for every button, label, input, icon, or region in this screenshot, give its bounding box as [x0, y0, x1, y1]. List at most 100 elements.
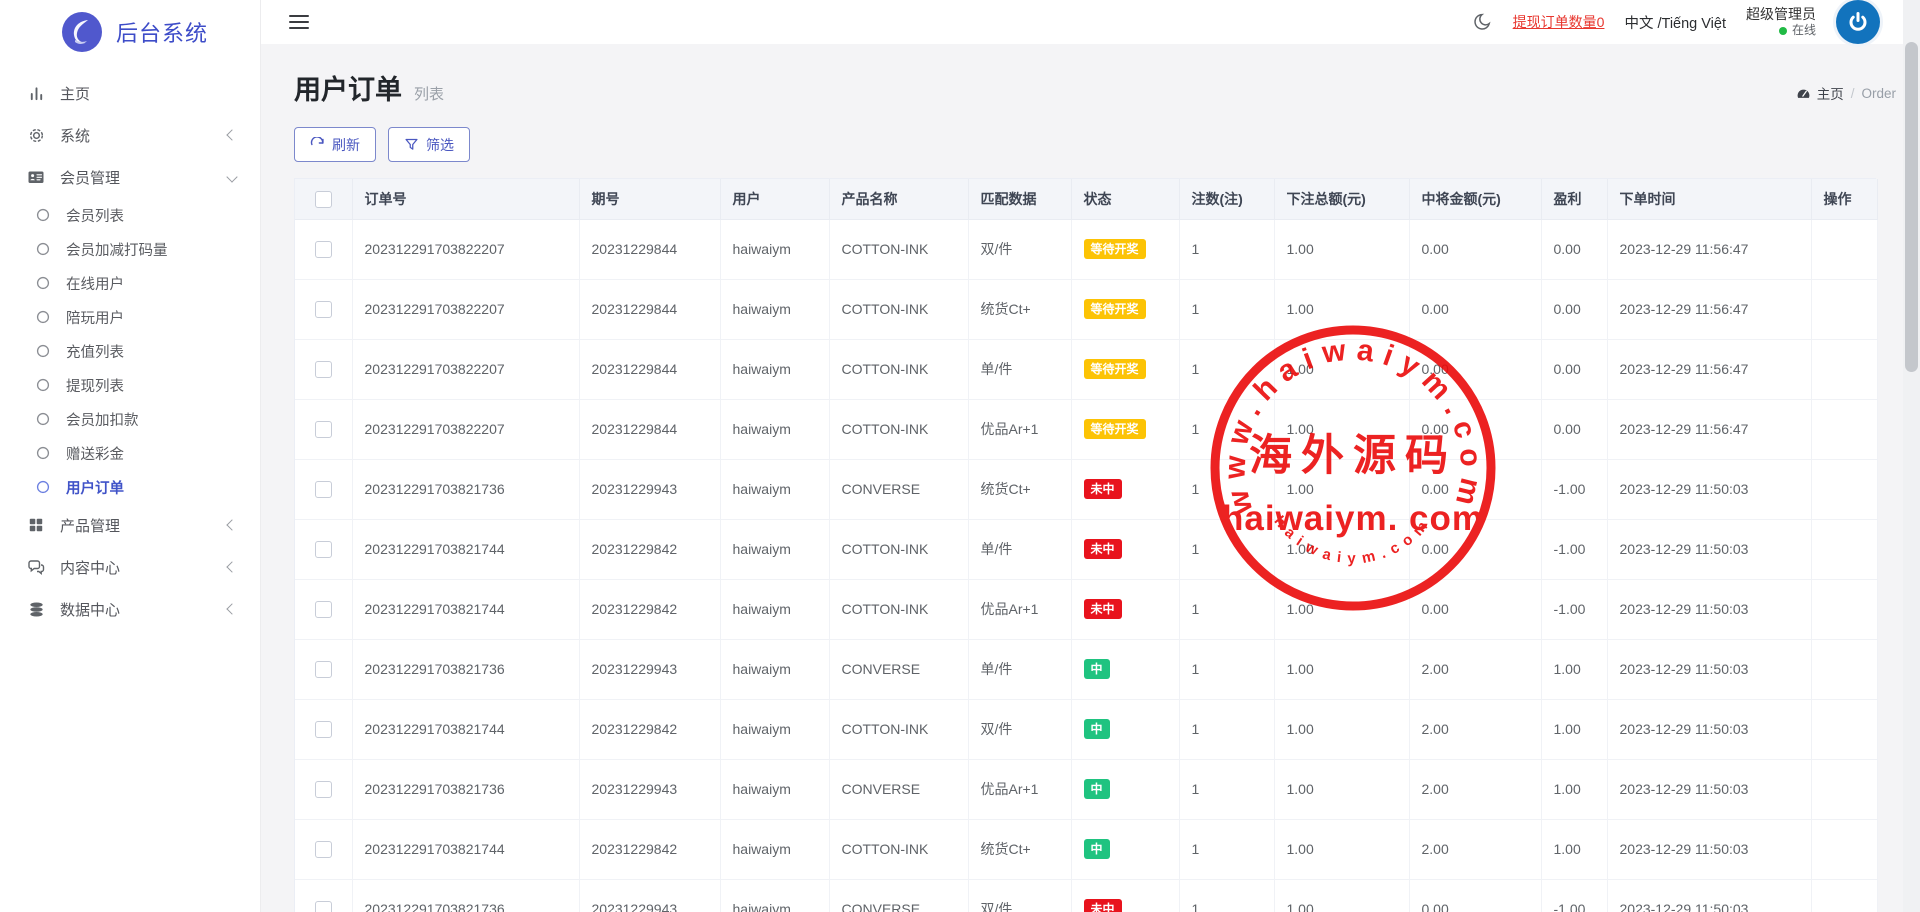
- dark-mode-icon[interactable]: [1473, 12, 1493, 32]
- main-area: 提现订单数量0 中文 /Tiếng Việt 超级管理员 在线: [261, 0, 1920, 912]
- cell-user: haiwaiym: [720, 699, 829, 759]
- cell-order: 202312291703822207: [352, 219, 579, 279]
- language-switcher[interactable]: 中文 /Tiếng Việt: [1624, 12, 1726, 33]
- cell-order: 202312291703822207: [352, 339, 579, 399]
- cell-period: 20231229842: [579, 699, 720, 759]
- cell-actions: [1811, 219, 1877, 279]
- cell-bets: 1: [1179, 579, 1274, 639]
- sidebar-subitem-7[interactable]: 充值列表: [0, 334, 260, 368]
- table-row: 20231229170382220720231229844haiwaiymCOT…: [295, 399, 1877, 459]
- row-checkbox[interactable]: [315, 841, 332, 858]
- logo-row[interactable]: 后台系统: [0, 0, 260, 64]
- sidebar-subitem-label: 提现列表: [66, 375, 124, 396]
- online-dot-icon: [1779, 27, 1787, 35]
- column-header: 匹配数据: [968, 179, 1071, 219]
- admin-info[interactable]: 超级管理员 在线: [1746, 5, 1816, 39]
- cell-bets: 1: [1179, 519, 1274, 579]
- cell-win: 0.00: [1409, 399, 1541, 459]
- chevron-left-icon: [226, 603, 237, 614]
- cell-win: 2.00: [1409, 759, 1541, 819]
- cell-actions: [1811, 459, 1877, 519]
- row-checkbox[interactable]: [315, 721, 332, 738]
- sidebar-item-2[interactable]: 会员管理: [0, 156, 260, 198]
- withdraw-orders-badge[interactable]: 提现订单数量0: [1513, 12, 1605, 32]
- cell-time: 2023-12-29 11:50:03: [1607, 759, 1811, 819]
- database-icon: [27, 600, 45, 618]
- cell-bets: 1: [1179, 459, 1274, 519]
- chat-icon: [27, 558, 45, 576]
- select-all-checkbox[interactable]: [315, 191, 332, 208]
- row-checkbox[interactable]: [315, 301, 332, 318]
- circle-bullet-icon: [36, 446, 50, 460]
- cell-user: haiwaiym: [720, 579, 829, 639]
- row-checkbox[interactable]: [315, 661, 332, 678]
- breadcrumb: 主页 / Order: [1796, 83, 1896, 107]
- sidebar: 后台系统 主页系统会员管理会员列表会员加减打码量在线用户陪玩用户充值列表提现列表…: [0, 0, 261, 912]
- sidebar-item-1[interactable]: 系统: [0, 114, 260, 156]
- sidebar-subitem-label: 陪玩用户: [66, 307, 124, 328]
- sidebar-subitem-label: 会员加扣款: [66, 409, 139, 430]
- column-header: 盈利: [1541, 179, 1607, 219]
- cell-profit: 1.00: [1541, 639, 1607, 699]
- scrollbar-thumb[interactable]: [1905, 42, 1918, 372]
- cell-time: 2023-12-29 11:50:03: [1607, 879, 1811, 912]
- cell-profit: 1.00: [1541, 699, 1607, 759]
- cell-status: 等待开奖: [1071, 339, 1179, 399]
- row-checkbox[interactable]: [315, 901, 332, 912]
- breadcrumb-home[interactable]: 主页: [1796, 83, 1844, 103]
- vertical-scrollbar[interactable]: [1903, 0, 1920, 912]
- cell-bets: 1: [1179, 879, 1274, 912]
- sidebar-subitem-6[interactable]: 陪玩用户: [0, 300, 260, 334]
- row-checkbox[interactable]: [315, 541, 332, 558]
- table-row: 20231229170382173620231229943haiwaiymCON…: [295, 639, 1877, 699]
- sidebar-item-12[interactable]: 产品管理: [0, 504, 260, 546]
- cell-order: 202312291703822207: [352, 279, 579, 339]
- sidebar-subitem-8[interactable]: 提现列表: [0, 368, 260, 402]
- row-checkbox[interactable]: [315, 421, 332, 438]
- cell-actions: [1811, 399, 1877, 459]
- table-row: 20231229170382174420231229842haiwaiymCOT…: [295, 579, 1877, 639]
- column-header: 下单时间: [1607, 179, 1811, 219]
- cell-actions: [1811, 579, 1877, 639]
- sidebar-item-label: 主页: [60, 83, 236, 104]
- cell-period: 20231229844: [579, 339, 720, 399]
- row-checkbox[interactable]: [315, 361, 332, 378]
- sidebar-toggle-icon[interactable]: [289, 15, 309, 29]
- table-row: 20231229170382220720231229844haiwaiymCOT…: [295, 219, 1877, 279]
- cell-user: haiwaiym: [720, 879, 829, 912]
- cell-period: 20231229943: [579, 759, 720, 819]
- cell-match: 优品Ar+1: [968, 579, 1071, 639]
- sidebar-item-13[interactable]: 内容中心: [0, 546, 260, 588]
- cell-period: 20231229844: [579, 279, 720, 339]
- cell-bets: 1: [1179, 759, 1274, 819]
- cell-total: 1.00: [1274, 819, 1409, 879]
- sidebar-subitem-5[interactable]: 在线用户: [0, 266, 260, 300]
- cell-time: 2023-12-29 11:56:47: [1607, 219, 1811, 279]
- dashboard-icon: [1796, 86, 1811, 101]
- topbar: 提现订单数量0 中文 /Tiếng Việt 超级管理员 在线: [261, 0, 1920, 44]
- sidebar-item-14[interactable]: 数据中心: [0, 588, 260, 630]
- row-checkbox[interactable]: [315, 601, 332, 618]
- row-checkbox[interactable]: [315, 781, 332, 798]
- status-badge: 等待开奖: [1084, 419, 1146, 439]
- table-row: 20231229170382174420231229842haiwaiymCOT…: [295, 699, 1877, 759]
- breadcrumb-separator: /: [1851, 86, 1855, 101]
- row-checkbox[interactable]: [315, 241, 332, 258]
- sidebar-subitem-4[interactable]: 会员加减打码量: [0, 232, 260, 266]
- cell-status: 等待开奖: [1071, 279, 1179, 339]
- row-checkbox[interactable]: [315, 481, 332, 498]
- logout-power-button[interactable]: [1836, 0, 1880, 44]
- sidebar-subitem-11[interactable]: 用户订单: [0, 470, 260, 504]
- cell-status: 中: [1071, 759, 1179, 819]
- cell-period: 20231229842: [579, 579, 720, 639]
- sidebar-item-0[interactable]: 主页: [0, 72, 260, 114]
- sidebar-subitem-9[interactable]: 会员加扣款: [0, 402, 260, 436]
- status-badge: 未中: [1084, 479, 1122, 499]
- cell-product: COTTON-INK: [829, 339, 968, 399]
- sidebar-subitem-10[interactable]: 赠送彩金: [0, 436, 260, 470]
- sidebar-subitem-3[interactable]: 会员列表: [0, 198, 260, 232]
- filter-button[interactable]: 筛选: [388, 127, 470, 162]
- refresh-button[interactable]: 刷新: [294, 127, 376, 162]
- orders-table: 订单号 期号 用户 产品名称 匹配数据 状态 注数(注) 下注总额(元) 中将金…: [294, 178, 1876, 912]
- content: 用户订单 列表 主页 / Order: [261, 44, 1920, 912]
